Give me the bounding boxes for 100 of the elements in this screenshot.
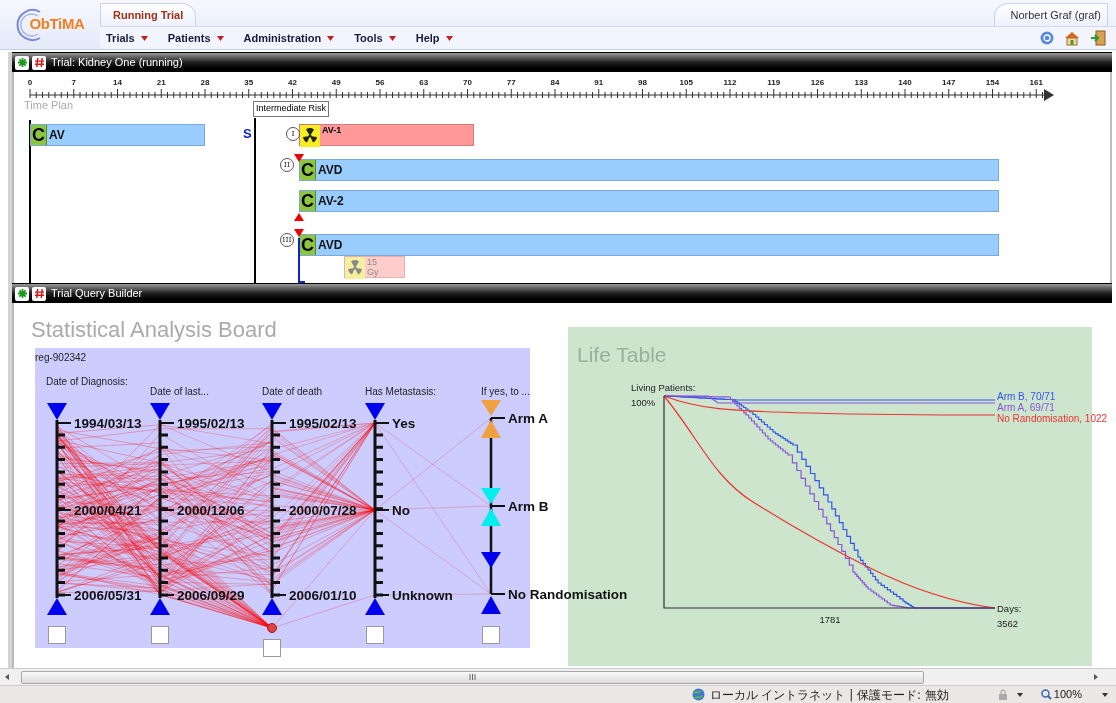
menu-item[interactable]: Trials [106, 29, 148, 47]
series-label: Arm B, 70/71 [997, 391, 1056, 402]
help-icon[interactable] [1040, 31, 1054, 45]
axis-label: Date of death [262, 386, 323, 397]
arm-start-marker [294, 154, 304, 162]
hash-icon [34, 58, 44, 67]
value-tick [159, 422, 175, 424]
y-tick-label: 100% [631, 397, 656, 408]
axis-value: 1995/02/13 [289, 416, 357, 431]
range-handle-icon[interactable] [47, 598, 67, 615]
axis-checkbox[interactable] [48, 626, 66, 644]
value-tick [271, 509, 287, 511]
treatment-bar[interactable]: C AV [30, 124, 205, 146]
tick-label: 77 [506, 78, 516, 87]
axis-value: 2000/07/28 [289, 503, 357, 518]
caret-icon [327, 35, 335, 41]
board-title: Statistical Analysis Board [31, 317, 278, 343]
caret-icon [388, 35, 396, 41]
tick-label: 112 [723, 78, 737, 87]
tick-label: 42 [288, 78, 297, 87]
dropdown-caret-icon[interactable] [1016, 692, 1023, 697]
x-tick-label: 1781 [819, 614, 841, 625]
axis-label: Date of last... [150, 386, 209, 397]
value-tick [271, 422, 287, 424]
arm-number: I [286, 127, 300, 141]
menu-item[interactable]: Patients [167, 29, 224, 47]
tick-label: 63 [419, 78, 429, 87]
axis-value: Arm B [508, 499, 549, 514]
filter-handle-icon[interactable] [481, 552, 501, 614]
treatment-bar[interactable]: C AVD [299, 234, 999, 256]
menu-item[interactable]: Administration [243, 29, 335, 47]
range-handle-icon[interactable] [365, 403, 385, 420]
arm-start-marker [294, 229, 304, 237]
value-tick [374, 509, 390, 511]
range-handle-icon[interactable] [262, 403, 282, 420]
tick-label: 140 [898, 78, 912, 87]
series-label: No Randomisation, 1022 [997, 413, 1108, 424]
registry-id: reg-902342 [35, 351, 87, 365]
axis-value: No [392, 503, 410, 518]
axis-value: 1994/03/13 [74, 416, 142, 431]
value-tick [374, 422, 390, 424]
value-tick [56, 594, 72, 596]
block-label: AV-2 [318, 193, 344, 210]
value-tick [490, 505, 506, 507]
axis-checkbox[interactable] [366, 626, 384, 644]
filter-handle-icon[interactable] [481, 400, 501, 438]
chemo-letter: C [300, 235, 316, 255]
expand-button[interactable] [15, 55, 29, 70]
scrollbar-thumb[interactable] [21, 670, 924, 684]
treatment-bar[interactable]: C AVD [299, 159, 999, 181]
exit-door-icon[interactable] [1090, 30, 1106, 46]
block-label: AV [49, 127, 65, 144]
range-handle-icon[interactable] [262, 598, 282, 615]
security-zone: ローカル イントラネット | 保護モード: 無効 [709, 686, 949, 703]
caret-icon [140, 35, 148, 41]
dropdown-caret-icon[interactable] [1102, 692, 1108, 697]
pin-button[interactable] [32, 55, 46, 70]
tick-label: 91 [594, 78, 604, 87]
series-label: Arm A, 69/71 [997, 402, 1055, 413]
axis-checkbox[interactable] [263, 639, 281, 657]
tick-label: 21 [156, 78, 166, 87]
axis-checkbox[interactable] [151, 626, 169, 644]
axis-value: 2006/01/10 [289, 588, 357, 603]
menu-item[interactable]: Help [415, 29, 453, 47]
value-tick [490, 417, 506, 419]
tick-label: 126 [810, 78, 825, 87]
scroll-left-icon[interactable] [3, 673, 11, 681]
x-tick-label: 3562 [997, 618, 1019, 629]
expand-button[interactable] [15, 286, 29, 301]
value-tick [271, 594, 287, 596]
chemo-letter: C [300, 160, 316, 180]
asterisk-icon [17, 58, 27, 67]
tick-label: 0 [27, 78, 33, 87]
range-handle-icon[interactable] [47, 403, 67, 420]
menu-item[interactable]: Tools [354, 29, 396, 47]
chemo-letter: C [300, 191, 316, 211]
horizontal-scrollbar[interactable] [0, 668, 1116, 685]
axis-label: Date of Diagnosis: [46, 376, 128, 387]
asterisk-icon [17, 289, 27, 298]
zoom-control[interactable]: 100% [1040, 686, 1082, 703]
tick-label: 98 [638, 78, 647, 87]
scroll-right-icon[interactable] [1092, 673, 1100, 681]
range-handle-icon[interactable] [365, 598, 385, 615]
axis-value: 1995/02/13 [177, 416, 245, 431]
y-axis-label: Living Patients: [631, 382, 696, 393]
value-tick [374, 594, 390, 596]
treatment-bar[interactable]: AV-1 [299, 124, 474, 146]
pin-button[interactable] [32, 286, 46, 301]
user-tab[interactable]: Norbert Graf (graf) [993, 3, 1108, 26]
treatment-bar[interactable]: C AV-2 [299, 190, 999, 212]
home-icon[interactable] [1064, 30, 1080, 46]
tick-label: 28 [200, 78, 210, 87]
filter-handle-icon[interactable] [481, 488, 501, 526]
range-handle-icon[interactable] [150, 598, 170, 615]
tooltip: Intermediate Risk [253, 101, 330, 117]
zoom-level: 100% [1053, 687, 1082, 703]
axis-checkbox[interactable] [482, 626, 500, 644]
range-handle-icon[interactable] [150, 403, 170, 420]
radiation-icon [345, 257, 365, 279]
page-tab[interactable]: Running Trial [100, 3, 197, 26]
